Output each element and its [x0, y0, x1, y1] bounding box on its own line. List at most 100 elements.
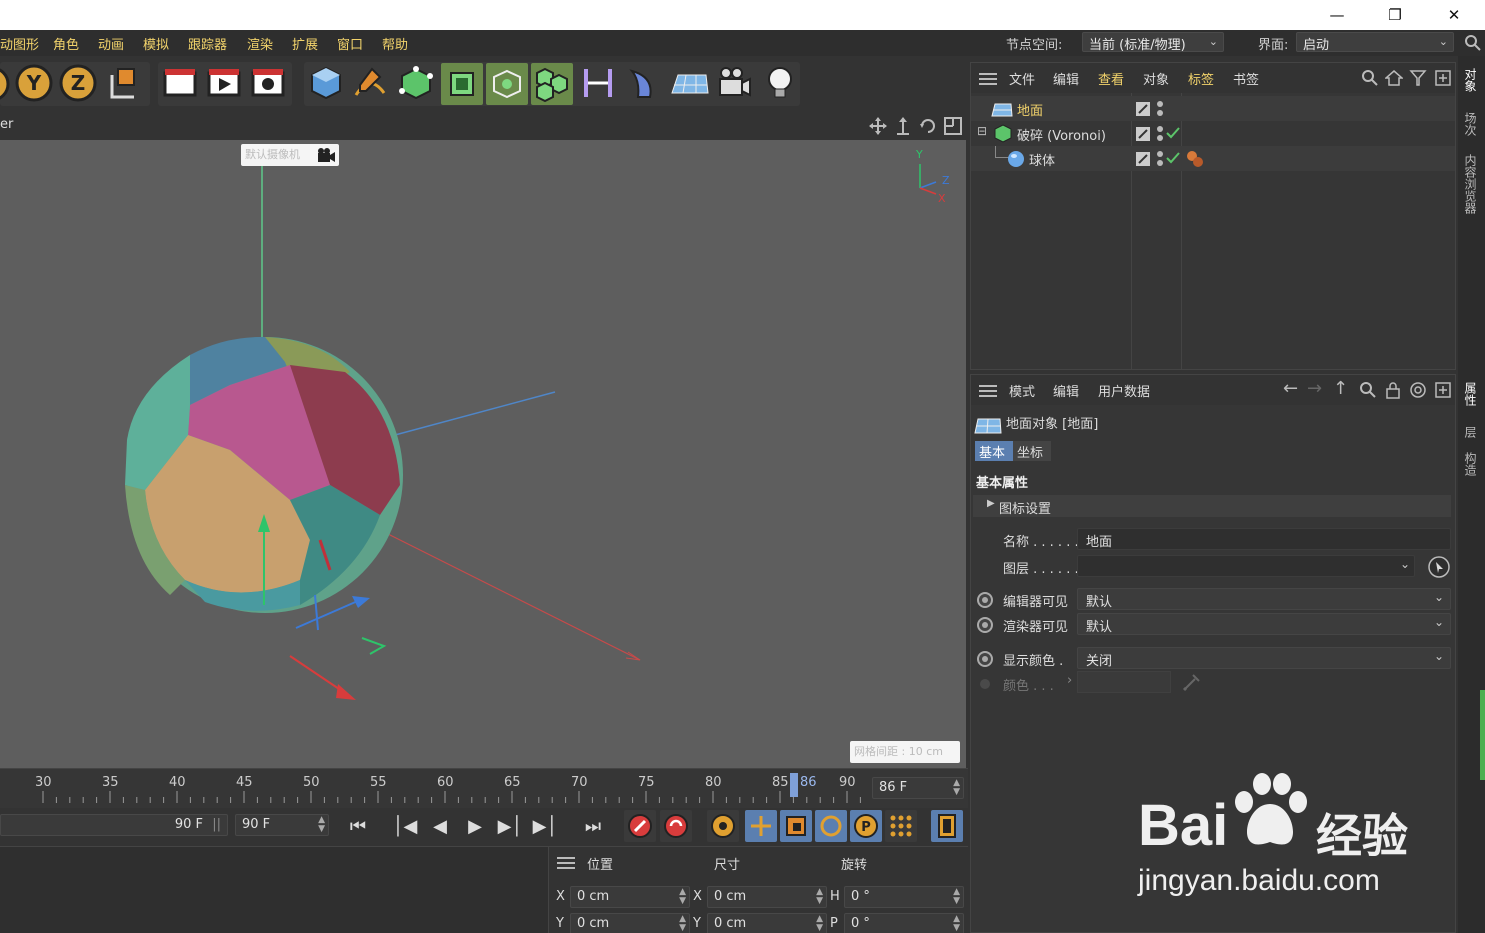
menu-edit[interactable]: 编辑 [1053, 69, 1079, 88]
object-row-sphere[interactable]: 球体 [971, 146, 1455, 171]
light-icon[interactable] [760, 63, 802, 105]
menu-user-data[interactable]: 用户数据 [1098, 381, 1150, 400]
key-parameter-button[interactable]: P [850, 810, 882, 842]
spinner-icon[interactable]: ▲ ▼ [953, 779, 960, 797]
viewport-3d[interactable]: 默认摄像机 [0, 140, 848, 768]
menu-help[interactable]: 帮助 [382, 34, 408, 53]
color-swatch[interactable] [1077, 671, 1171, 693]
menu-tags[interactable]: 标签 [1188, 69, 1214, 88]
toggle-view-icon[interactable] [943, 116, 963, 136]
end-frame-range-field[interactable]: 90 F || [0, 814, 228, 836]
tab-objects[interactable]: 对象 [1462, 68, 1479, 92]
spinner-icon[interactable]: ▲ ▼ [679, 888, 686, 906]
phong-tag-icon[interactable] [1185, 149, 1205, 169]
size-x-field[interactable]: 0 cm ▲ ▼ [707, 886, 827, 908]
spinner-icon[interactable]: ▲ ▼ [816, 915, 823, 933]
visibility-dots-icon[interactable] [1155, 100, 1165, 118]
cube-icon[interactable] [306, 63, 348, 105]
playhead[interactable] [790, 773, 798, 797]
edit-tag-icon[interactable] [1135, 151, 1151, 167]
auto-key-button[interactable] [660, 810, 692, 842]
timeline-window-button[interactable] [931, 810, 963, 842]
minimize-button[interactable]: — [1314, 0, 1360, 30]
display-color-dropdown[interactable]: 关闭 ⌄ [1077, 647, 1451, 669]
hamburger-menu-icon[interactable] [979, 383, 999, 399]
render-visible-dropdown[interactable]: 默认 ⌄ [1077, 613, 1451, 635]
menu-render[interactable]: 渲染 [247, 34, 273, 53]
node-space-dropdown[interactable]: 当前 (标准/物理) ⌄ [1082, 32, 1224, 53]
gizmo-plane-handle-icon[interactable] [361, 637, 387, 655]
pick-cursor-icon[interactable] [1427, 555, 1451, 579]
lock-icon[interactable] [1384, 381, 1402, 399]
key-pla-button[interactable] [885, 810, 917, 842]
spinner-icon[interactable]: ▲ ▼ [816, 888, 823, 906]
menu-extensions[interactable]: 扩展 [292, 34, 318, 53]
new-window-icon[interactable] [1434, 381, 1452, 399]
pos-x-field[interactable]: 0 cm ▲ ▼ [570, 886, 690, 908]
edit-tag-icon[interactable] [1135, 126, 1151, 142]
menu-mode[interactable]: 模式 [1009, 381, 1035, 400]
search-icon[interactable] [1361, 69, 1379, 87]
name-field[interactable]: 地面 [1077, 528, 1451, 550]
rot-p-field[interactable]: 0 ° ▲ ▼ [844, 913, 964, 933]
spinner-icon[interactable]: ▲ ▼ [318, 816, 325, 834]
z-axis-lock-icon[interactable]: Z [58, 63, 100, 105]
chevron-right-icon[interactable]: › [1067, 673, 1072, 688]
scroll-indicator[interactable] [1480, 690, 1485, 780]
home-icon[interactable] [1385, 69, 1403, 87]
subdivision-icon[interactable] [396, 63, 438, 105]
pen-spline-icon[interactable] [350, 63, 392, 105]
generator-button[interactable] [441, 63, 483, 105]
object-row-floor[interactable]: 地面 [971, 96, 1455, 121]
layer-field[interactable]: ⌄ [1077, 555, 1415, 577]
display-color-animate-radio[interactable] [977, 651, 993, 667]
menu-character[interactable]: 角色 [53, 34, 79, 53]
pos-y-field[interactable]: 0 cm ▲ ▼ [570, 913, 690, 933]
restore-button[interactable]: ❐ [1372, 0, 1418, 30]
tab-attributes[interactable]: 属性 [1462, 382, 1479, 406]
up-arrow-icon[interactable]: ↑ [1333, 378, 1348, 399]
search-icon[interactable] [1359, 381, 1377, 399]
icon-settings-group[interactable]: ▶ 图标设置 [973, 495, 1451, 517]
timeline-ruler[interactable]: 30 35 40 45 50 55 60 65 70 75 80 85 86 9… [0, 768, 968, 808]
zoom-view-icon[interactable] [893, 116, 913, 136]
key-position-button[interactable] [745, 810, 777, 842]
hamburger-menu-icon[interactable] [557, 855, 577, 871]
filter-icon[interactable] [1409, 69, 1427, 87]
eyedropper-icon[interactable] [1181, 671, 1203, 693]
render-visible-animate-radio[interactable] [977, 617, 993, 633]
object-row-voronoi[interactable]: ⊟ 破碎 (Voronoi) [971, 121, 1455, 146]
voronoi-fracture-button[interactable] [531, 63, 573, 105]
menu-mograph[interactable]: 动图形 [0, 34, 39, 53]
render-view-icon[interactable] [204, 63, 246, 105]
x-axis-lock-icon[interactable] [0, 65, 12, 103]
layout-dropdown[interactable]: 启动 ⌄ [1296, 32, 1454, 53]
previous-frame-button[interactable]: ◀ [425, 811, 455, 841]
menu-window[interactable]: 窗口 [337, 34, 363, 53]
key-rotation-button[interactable] [815, 810, 847, 842]
menu-file[interactable]: 文件 [1009, 69, 1035, 88]
current-frame-field[interactable]: 86 F ▲ ▼ [872, 777, 964, 799]
hamburger-menu-icon[interactable] [979, 71, 999, 87]
visibility-dots-icon[interactable] [1155, 150, 1165, 168]
forward-arrow-icon[interactable]: → [1307, 378, 1322, 399]
size-y-field[interactable]: 0 cm ▲ ▼ [707, 913, 827, 933]
tab-layers[interactable]: 层 [1462, 426, 1479, 438]
keyframe-selection-button[interactable] [707, 810, 739, 842]
next-key-button[interactable]: ▶│ [530, 811, 560, 841]
menu-bookmarks[interactable]: 书签 [1233, 69, 1259, 88]
gizmo-x-arrow-icon[interactable] [336, 684, 356, 700]
max-frame-field[interactable]: 90 F ▲ ▼ [235, 814, 329, 836]
render-region-icon[interactable] [160, 63, 202, 105]
color-animate-radio[interactable] [980, 679, 990, 689]
deformer-bend-icon[interactable] [578, 63, 620, 105]
y-axis-lock-icon[interactable]: Y [14, 63, 56, 105]
tab-coord[interactable]: 坐标 [1013, 441, 1051, 461]
record-button[interactable] [624, 810, 656, 842]
key-scale-button[interactable] [780, 810, 812, 842]
close-button[interactable]: ✕ [1431, 0, 1477, 30]
render-settings-icon[interactable] [248, 63, 290, 105]
spinner-icon[interactable]: ▲ ▼ [953, 888, 960, 906]
previous-key-button[interactable]: │◀ [390, 811, 420, 841]
menu-simulate[interactable]: 模拟 [143, 34, 169, 53]
